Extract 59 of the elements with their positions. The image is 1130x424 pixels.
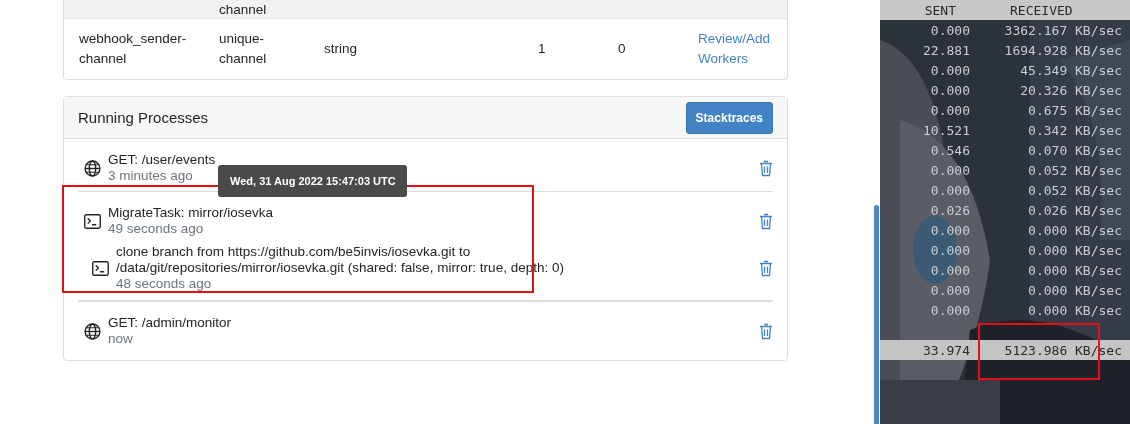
sent-total: 33.974 <box>922 342 970 358</box>
received-value: 0.000 KB/sec <box>1027 222 1122 238</box>
process-time: 48 seconds ago <box>116 276 212 292</box>
received-value: 0.052 KB/sec <box>1027 162 1122 178</box>
received-value: 0.000 KB/sec <box>1027 282 1122 298</box>
globe-icon <box>84 159 101 177</box>
sent-value: 0.000 <box>929 102 970 118</box>
sent-value: 0.000 <box>929 162 970 178</box>
panel-title: Running Processes <box>78 109 209 126</box>
table-cell-text: webhook_sender-channel <box>79 30 188 68</box>
process-time: 49 seconds ago <box>108 221 204 237</box>
sent-value: 0.000 <box>929 262 970 278</box>
globe-icon <box>84 322 101 340</box>
process-time: now <box>108 331 133 347</box>
scrollbar-thumb[interactable] <box>874 205 879 424</box>
sent-value: 0.000 <box>929 82 970 98</box>
column-header: RECEIVED <box>1009 2 1074 18</box>
received-value: 0.026 KB/sec <box>1027 202 1122 218</box>
tooltip: Wed, 31 Aug 2022 15:47:03 UTC <box>218 165 407 197</box>
sent-value: 22.881 <box>922 42 970 58</box>
table-cell-text: 0 <box>618 40 627 58</box>
sent-value: 0.000 <box>929 222 970 238</box>
received-value: 0.070 KB/sec <box>1027 142 1122 158</box>
process-title: GET: /user/events <box>108 152 216 168</box>
trash-icon[interactable] <box>759 322 773 340</box>
sent-value: 0.000 <box>929 182 970 198</box>
received-value: 0.000 KB/sec <box>1027 302 1122 318</box>
sent-value: 0.000 <box>929 22 970 38</box>
column-header: channel <box>219 1 268 18</box>
received-value: 1694.928 KB/sec <box>1003 42 1122 58</box>
received-value: 20.326 KB/sec <box>1019 82 1122 98</box>
sent-value: 0.000 <box>929 62 970 78</box>
process-title: MigrateTask: mirror/iosevka <box>108 205 274 221</box>
column-header: SENT <box>923 2 957 18</box>
table-cell-text: string <box>324 40 358 58</box>
sent-value: 10.521 <box>922 122 970 138</box>
received-value: 0.342 KB/sec <box>1027 122 1122 138</box>
table-cell-text: unique-channel <box>219 30 268 68</box>
trash-icon[interactable] <box>759 159 773 177</box>
process-time: 3 minutes ago <box>108 168 193 184</box>
table-cell-text: 1 <box>538 40 547 58</box>
process-title: GET: /admin/monitor <box>108 315 232 331</box>
received-value: 0.000 KB/sec <box>1027 262 1122 278</box>
terminal-icon <box>92 260 109 276</box>
received-value: 3362.167 KB/sec <box>1003 22 1122 38</box>
received-value: 0.675 KB/sec <box>1027 102 1122 118</box>
received-value: 0.000 KB/sec <box>1027 242 1122 258</box>
review-workers-link[interactable]: Review/Add Workers <box>698 29 802 69</box>
sent-value: 0.000 <box>929 282 970 298</box>
stacktraces-button[interactable]: Stacktraces <box>685 101 773 134</box>
received-value: 45.349 KB/sec <box>1019 62 1122 78</box>
trash-icon[interactable] <box>759 259 773 277</box>
sent-value: 0.546 <box>929 142 970 158</box>
trash-icon[interactable] <box>759 212 773 230</box>
sent-value: 0.000 <box>929 302 970 318</box>
received-value: 0.052 KB/sec <box>1027 182 1122 198</box>
sent-value: 0.026 <box>929 202 970 218</box>
terminal-icon <box>84 213 101 229</box>
sent-value: 0.000 <box>929 242 970 258</box>
